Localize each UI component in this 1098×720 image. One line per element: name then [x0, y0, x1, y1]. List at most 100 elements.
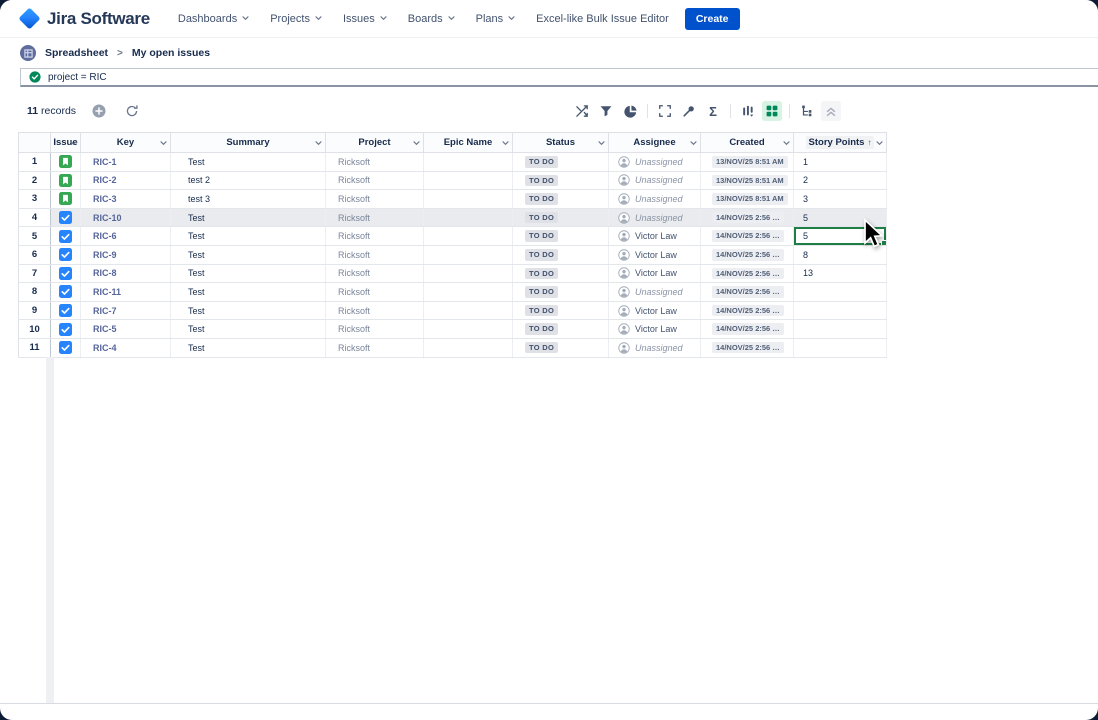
hierarchy-icon[interactable]	[797, 101, 817, 121]
assignee-cell[interactable]: Unassigned	[609, 153, 701, 172]
assignee-cell[interactable]: Unassigned	[609, 208, 701, 227]
issue-key-cell[interactable]: RIC-10	[81, 208, 171, 227]
epic-name-cell[interactable]	[424, 264, 513, 283]
status-cell[interactable]: TO DO	[513, 320, 609, 339]
created-cell[interactable]: 14/NOV/25 2:56 …	[701, 245, 794, 264]
status-cell[interactable]: TO DO	[513, 190, 609, 209]
story-points-cell[interactable]	[794, 338, 887, 357]
row-number[interactable]: 1	[19, 153, 51, 172]
summary-cell[interactable]: test 3	[171, 190, 326, 209]
issue-key-cell[interactable]: RIC-7	[81, 301, 171, 320]
created-cell[interactable]: 14/NOV/25 2:56 …	[701, 208, 794, 227]
columns-icon[interactable]	[738, 101, 758, 121]
issue-type-cell[interactable]	[51, 301, 81, 320]
status-cell[interactable]: TO DO	[513, 208, 609, 227]
column-header-created[interactable]: Created	[701, 133, 794, 153]
pin-icon[interactable]	[679, 101, 699, 121]
select-area-icon[interactable]	[655, 101, 675, 121]
summary-cell[interactable]: Test	[171, 264, 326, 283]
story-points-cell[interactable]: 3	[794, 190, 887, 209]
row-number[interactable]: 10	[19, 320, 51, 339]
assignee-cell[interactable]: Unassigned	[609, 190, 701, 209]
summary-cell[interactable]: test 2	[171, 171, 326, 190]
summary-cell[interactable]: Test	[171, 301, 326, 320]
column-header-status[interactable]: Status	[513, 133, 609, 153]
issue-type-cell[interactable]	[51, 320, 81, 339]
assignee-cell[interactable]: Victor Law	[609, 264, 701, 283]
assignee-cell[interactable]: Victor Law	[609, 301, 701, 320]
column-header-key[interactable]: Key	[81, 133, 171, 153]
summary-cell[interactable]: Test	[171, 283, 326, 302]
column-header-epic-name[interactable]: Epic Name	[424, 133, 513, 153]
project-cell[interactable]: Ricksoft	[326, 245, 424, 264]
status-cell[interactable]: TO DO	[513, 227, 609, 246]
issue-key-cell[interactable]: RIC-9	[81, 245, 171, 264]
project-cell[interactable]: Ricksoft	[326, 208, 424, 227]
collapse-all-icon[interactable]	[821, 101, 841, 121]
create-button[interactable]: Create	[685, 8, 740, 30]
assignee-cell[interactable]: Unassigned	[609, 338, 701, 357]
created-cell[interactable]: 14/NOV/25 2:56 …	[701, 338, 794, 357]
jql-query-input[interactable]: project = RIC	[20, 68, 1098, 87]
project-cell[interactable]: Ricksoft	[326, 338, 424, 357]
created-cell[interactable]: 14/NOV/25 2:56 …	[701, 283, 794, 302]
summary-cell[interactable]: Test	[171, 153, 326, 172]
summary-cell[interactable]: Test	[171, 338, 326, 357]
issue-type-cell[interactable]	[51, 338, 81, 357]
story-points-cell[interactable]: 5	[794, 227, 887, 246]
epic-name-cell[interactable]	[424, 283, 513, 302]
project-cell[interactable]: Ricksoft	[326, 264, 424, 283]
status-cell[interactable]: TO DO	[513, 338, 609, 357]
story-points-cell[interactable]: 13	[794, 264, 887, 283]
row-number[interactable]: 8	[19, 283, 51, 302]
issue-key-cell[interactable]: RIC-6	[81, 227, 171, 246]
story-points-cell[interactable]: 5	[794, 208, 887, 227]
status-cell[interactable]: TO DO	[513, 171, 609, 190]
jira-brand[interactable]: Jira Software	[20, 9, 150, 29]
story-points-cell[interactable]: 2	[794, 171, 887, 190]
breadcrumb-app[interactable]: Spreadsheet	[45, 47, 108, 59]
assignee-cell[interactable]: Unassigned	[609, 283, 701, 302]
summary-cell[interactable]: Test	[171, 245, 326, 264]
row-number[interactable]: 2	[19, 171, 51, 190]
add-record-icon[interactable]	[89, 101, 109, 121]
assignee-cell[interactable]: Unassigned	[609, 171, 701, 190]
row-number[interactable]: 7	[19, 264, 51, 283]
project-cell[interactable]: Ricksoft	[326, 227, 424, 246]
issue-type-cell[interactable]	[51, 190, 81, 209]
status-cell[interactable]: TO DO	[513, 153, 609, 172]
issue-type-cell[interactable]	[51, 153, 81, 172]
issue-key-cell[interactable]: RIC-3	[81, 190, 171, 209]
epic-name-cell[interactable]	[424, 190, 513, 209]
nav-item-dashboards[interactable]: Dashboards	[178, 13, 249, 25]
column-header-issue[interactable]: Issue	[51, 133, 81, 153]
summary-cell[interactable]: Test	[171, 208, 326, 227]
column-header-assignee[interactable]: Assignee	[609, 133, 701, 153]
project-cell[interactable]: Ricksoft	[326, 283, 424, 302]
status-cell[interactable]: TO DO	[513, 283, 609, 302]
project-cell[interactable]: Ricksoft	[326, 320, 424, 339]
column-header-story-points[interactable]: Story Points↑	[794, 133, 887, 153]
created-cell[interactable]: 14/NOV/25 2:56 …	[701, 264, 794, 283]
column-header-project[interactable]: Project	[326, 133, 424, 153]
story-points-cell[interactable]	[794, 301, 887, 320]
created-cell[interactable]: 14/NOV/25 2:56 …	[701, 227, 794, 246]
issue-type-cell[interactable]	[51, 208, 81, 227]
row-number[interactable]: 6	[19, 245, 51, 264]
project-cell[interactable]: Ricksoft	[326, 190, 424, 209]
column-header-summary[interactable]: Summary	[171, 133, 326, 153]
issue-type-cell[interactable]	[51, 264, 81, 283]
nav-item-plans[interactable]: Plans	[476, 13, 516, 25]
story-points-cell[interactable]	[794, 283, 887, 302]
row-number[interactable]: 3	[19, 190, 51, 209]
epic-name-cell[interactable]	[424, 245, 513, 264]
project-cell[interactable]: Ricksoft	[326, 171, 424, 190]
issue-key-cell[interactable]: RIC-1	[81, 153, 171, 172]
story-points-cell[interactable]	[794, 320, 887, 339]
grid-view-icon[interactable]	[762, 101, 782, 121]
sum-sigma-icon[interactable]: Σ	[703, 101, 723, 121]
epic-name-cell[interactable]	[424, 171, 513, 190]
epic-name-cell[interactable]	[424, 338, 513, 357]
created-cell[interactable]: 13/NOV/25 8:51 AM	[701, 153, 794, 172]
summary-cell[interactable]: Test	[171, 227, 326, 246]
